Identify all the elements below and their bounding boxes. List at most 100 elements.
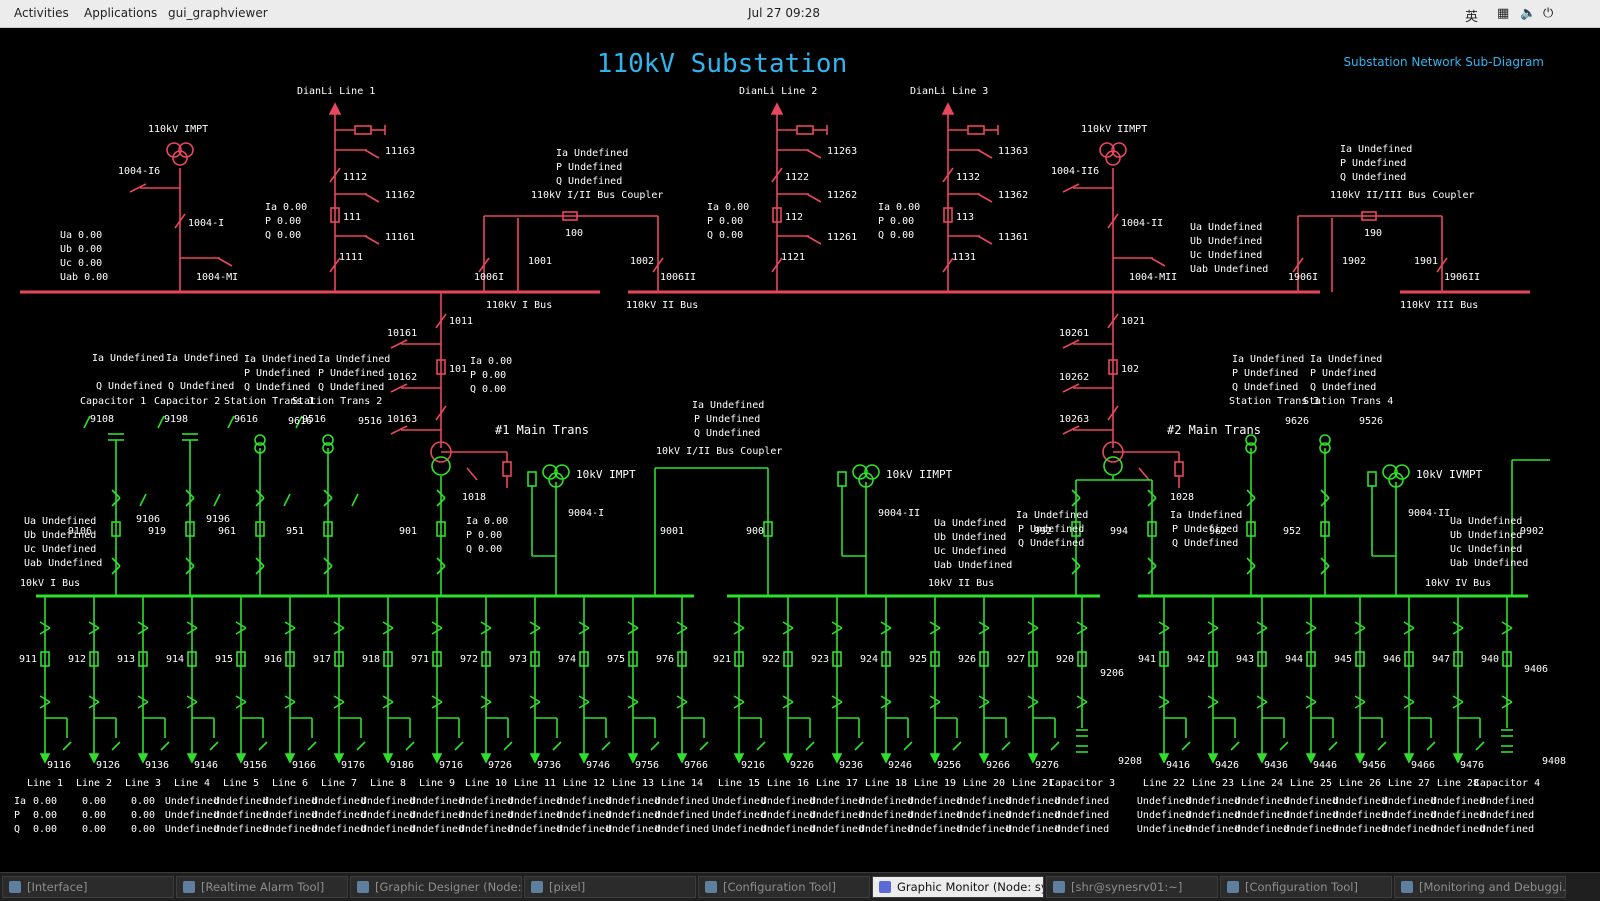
network-icon[interactable]: ▦	[1497, 6, 1509, 21]
switch-label: 1131	[952, 252, 976, 263]
switch-label: 1004-MI	[196, 272, 238, 283]
ia-value: Ia 0.00	[878, 202, 920, 213]
feeder-sub-label: 9276	[1035, 760, 1059, 771]
line-pt[interactable]	[354, 125, 372, 135]
subdiagram-link[interactable]: Substation Network Sub-Diagram	[1343, 55, 1544, 69]
feeder-breaker-label: 915	[215, 654, 233, 665]
feeder-name: Line 10	[465, 778, 507, 789]
switch-label: 1006I	[474, 272, 504, 283]
wire	[160, 741, 170, 751]
feeder-name: Line 1	[27, 778, 63, 789]
feeder-breaker-label: 916	[264, 654, 282, 665]
ub-value: Ub Undefined	[1450, 530, 1522, 541]
taskbar-item[interactable]: [Configuration Tool]	[698, 876, 870, 898]
feeder-q: Undefined	[908, 824, 962, 835]
feeder-name: Line 11	[514, 778, 556, 789]
feeder-sub-label: 9476	[1460, 760, 1484, 771]
switch-label: 11161	[385, 232, 415, 243]
p-value: P Undefined	[1018, 524, 1084, 535]
taskbar-item[interactable]: [pixel]	[524, 876, 696, 898]
wire	[952, 741, 962, 751]
pt-fuse[interactable]	[837, 471, 847, 487]
switch-label: 1906II	[1444, 272, 1480, 283]
feeder-ia: Undefined	[712, 796, 766, 807]
p-value: P Undefined	[694, 414, 760, 425]
feeder-sub-label: 9176	[341, 760, 365, 771]
feeder-sub-label: 9186	[390, 760, 414, 771]
switch-label: 1906I	[1288, 272, 1318, 283]
neutral-gnd[interactable]	[1174, 461, 1184, 477]
q-value: Q Undefined	[556, 176, 622, 187]
feeder-name: Line 17	[816, 778, 858, 789]
taskbar-item-label: [Graphic Designer (Node: ...	[375, 880, 522, 894]
feeder-q: 0.00	[33, 824, 57, 835]
p-value: P Undefined	[244, 368, 310, 379]
pt-fuse[interactable]	[1367, 471, 1377, 487]
ia-value: Ia 0.00	[466, 516, 508, 527]
taskbar-item[interactable]: [Configuration Tool]	[1220, 876, 1392, 898]
volume-icon[interactable]: 🔈	[1520, 6, 1536, 21]
feeder-q: Undefined	[263, 824, 317, 835]
feeder-p: Undefined	[761, 810, 815, 821]
feeder-breaker-label: 927	[1007, 654, 1025, 665]
feeder-q: Undefined	[606, 824, 660, 835]
taskbar-item[interactable]: Graphic Monitor (Node: sy...	[872, 876, 1044, 898]
taskbar-item[interactable]: [Monitoring and Debuggi...	[1394, 876, 1566, 898]
feeder-p: Undefined	[859, 810, 913, 821]
feeder-q: Undefined	[312, 824, 366, 835]
feeder-q: Undefined	[1333, 824, 1387, 835]
taskbar-item-label: [Interface]	[27, 880, 88, 894]
feeder-ia: 0.00	[131, 796, 155, 807]
feeder-sub-label: 9226	[790, 760, 814, 771]
switch-label: 9004-II	[878, 508, 920, 519]
clock[interactable]: Jul 27 09:28	[748, 6, 820, 20]
feeder-p: Undefined	[263, 810, 317, 821]
wire	[213, 493, 221, 507]
feeder-sub-label: 9156	[243, 760, 267, 771]
feeder-ia: Undefined	[1055, 796, 1109, 807]
line-pt[interactable]	[967, 125, 985, 135]
line-pt[interactable]	[796, 125, 814, 135]
feeder-breaker-label: 941	[1138, 654, 1156, 665]
switch-label: 10161	[387, 328, 417, 339]
ia-value: Ia Undefined	[166, 353, 238, 364]
feeder-p: Undefined	[1333, 810, 1387, 821]
wire	[1001, 741, 1011, 751]
feeder-p: Undefined	[606, 810, 660, 821]
taskbar-item[interactable]: [Graphic Designer (Node: ...	[350, 876, 522, 898]
taskbar-item[interactable]: [shr@synesrv01:~]	[1046, 876, 1218, 898]
switch-label: 9616	[234, 414, 258, 425]
switch-label: 101	[449, 364, 467, 375]
input-method-icon[interactable]: 英	[1465, 6, 1478, 25]
graph-viewer-canvas: 110kV Substation Substation Network Sub-D…	[0, 28, 1600, 872]
app-menu[interactable]: gui_graphviewer	[168, 6, 268, 20]
activities-button[interactable]: Activities	[14, 6, 69, 20]
feeder-q: Undefined	[1137, 824, 1191, 835]
feeder-name: Line 23	[1192, 778, 1234, 789]
bay-label: Station Trans 4	[1303, 396, 1393, 407]
taskbar-item[interactable]: [Interface]	[2, 876, 174, 898]
feeder-ia: Undefined	[957, 796, 1011, 807]
neutral-gnd[interactable]	[502, 461, 512, 477]
feeder-p: Undefined	[1006, 810, 1060, 821]
feeder-p: Undefined	[459, 810, 513, 821]
switch-label: 9526	[1359, 416, 1383, 427]
feeder-name: Line 5	[223, 778, 259, 789]
q-value: Q Undefined	[1232, 382, 1298, 393]
power-icon[interactable]: ⏻	[1543, 6, 1553, 21]
switch-label: 113	[956, 212, 974, 223]
pt-fuse[interactable]	[527, 471, 537, 487]
feeder-ia: Undefined	[1480, 796, 1534, 807]
incoming-line-label: DianLi Line 1	[297, 86, 375, 97]
ua-value: Ua Undefined	[934, 518, 1006, 529]
switch-label: 901	[399, 526, 417, 537]
p-value: P Undefined	[1340, 158, 1406, 169]
switch-label: 11262	[827, 190, 857, 201]
p-value: P Undefined	[1232, 368, 1298, 379]
applications-menu[interactable]: Applications	[84, 6, 157, 20]
feeder-name: Line 15	[718, 778, 760, 789]
q-value: Q Undefined	[244, 382, 310, 393]
feeder-sub-label: 9116	[47, 760, 71, 771]
taskbar-item[interactable]: [Realtime Alarm Tool]	[176, 876, 348, 898]
feeder-q: Undefined	[712, 824, 766, 835]
